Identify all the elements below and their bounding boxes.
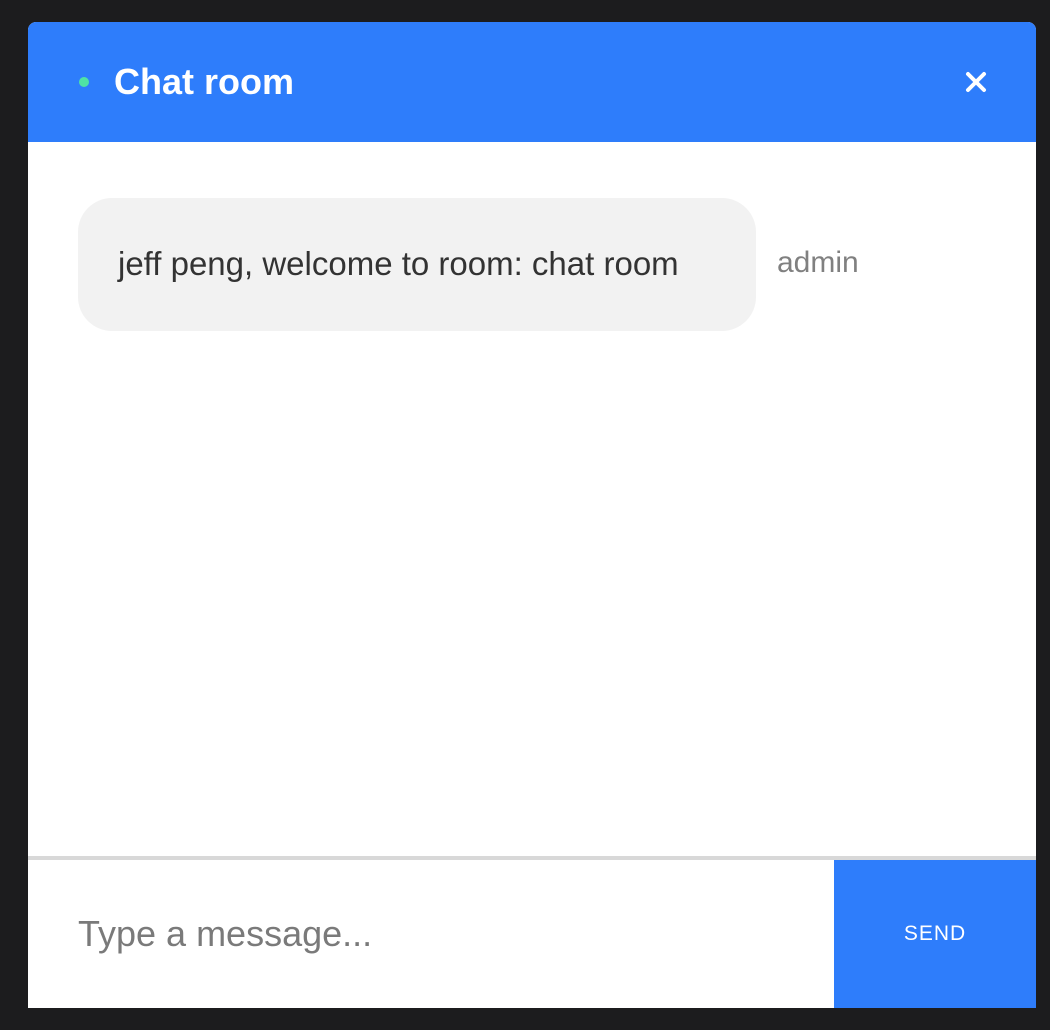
chat-title: Chat room	[114, 61, 294, 102]
message-sender: admin	[777, 246, 859, 279]
message-bubble: jeff peng, welcome to room: chat room	[78, 198, 756, 331]
chat-header: Chat room	[28, 22, 1036, 142]
close-icon	[966, 72, 986, 92]
online-status-dot-icon	[79, 77, 89, 87]
chat-window: Chat room jeff peng, welcome to room: ch…	[28, 22, 1036, 1008]
message-text: jeff peng, welcome to room: chat room	[118, 245, 679, 282]
send-button[interactable]: SEND	[834, 860, 1036, 1008]
message-composer: SEND	[28, 860, 1036, 1008]
message-input[interactable]	[28, 860, 834, 1008]
close-button[interactable]	[956, 64, 996, 100]
message-list: jeff peng, welcome to room: chat room ad…	[28, 142, 1036, 856]
